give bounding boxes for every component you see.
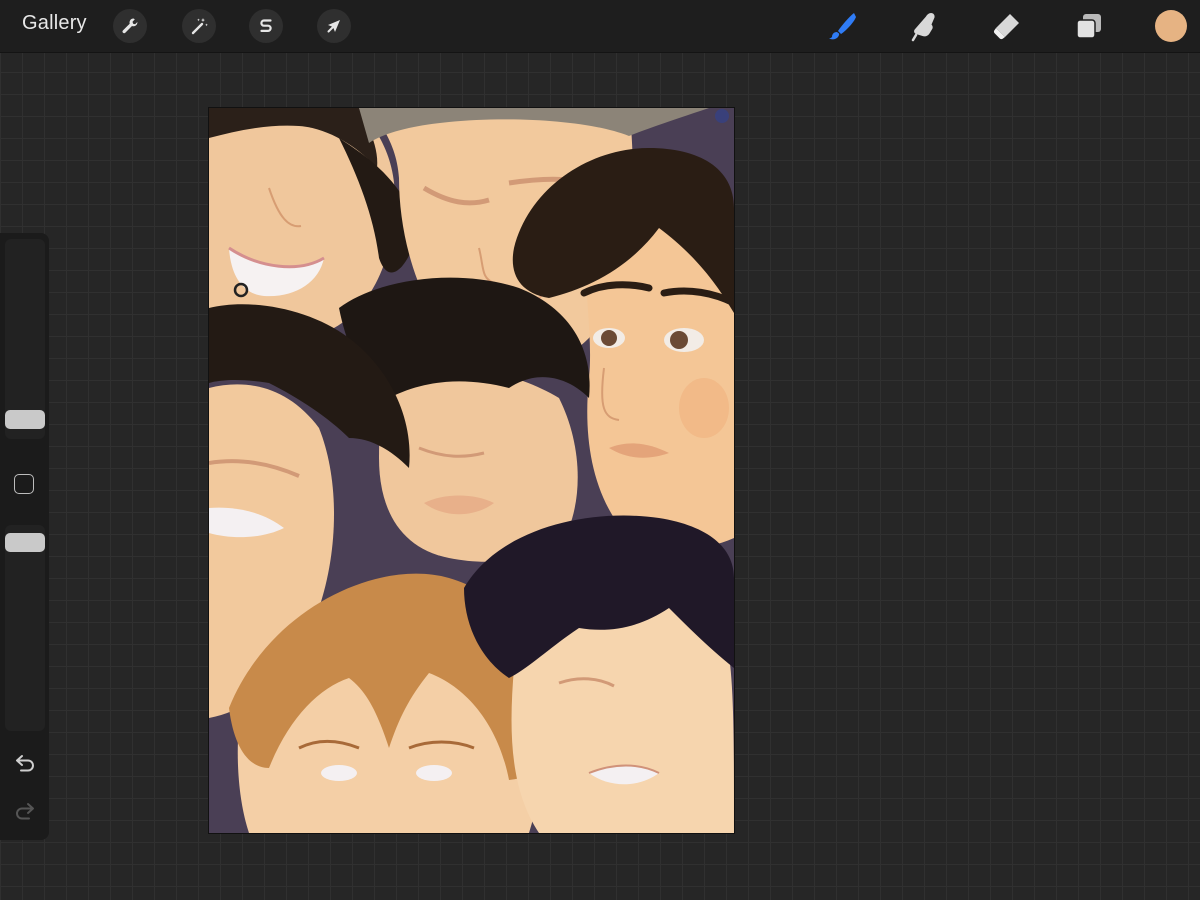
redo-button[interactable] [10,795,40,825]
brush-size-slider[interactable] [5,239,45,439]
undo-icon [16,755,34,772]
left-sidebar [0,233,49,840]
opacity-thumb[interactable] [5,533,45,552]
smudge-finger-icon [911,13,935,42]
drawing-canvas[interactable] [209,108,734,833]
eraser-icon [993,14,1019,40]
selection-s-icon [260,19,272,32]
redo-icon [16,803,34,820]
brush-size-thumb[interactable] [5,410,45,429]
modify-button[interactable] [14,474,34,494]
wrench-icon [122,18,138,34]
selection-button[interactable] [249,9,283,43]
top-toolbar: Gallery [0,0,1200,53]
layers-button[interactable] [1072,9,1106,43]
arrow-cursor-icon [327,20,340,33]
layers-icon [1076,14,1101,39]
opacity-slider[interactable] [5,525,45,731]
undo-button[interactable] [10,747,40,777]
brush-tool-button[interactable] [826,9,860,43]
transform-button[interactable] [317,9,351,43]
smudge-tool-button[interactable] [908,9,942,43]
magic-wand-icon [191,18,208,35]
eraser-tool-button[interactable] [990,9,1024,43]
gallery-button[interactable]: Gallery [22,12,87,35]
actions-button[interactable] [113,9,147,43]
adjustments-button[interactable] [182,9,216,43]
artwork-illustration [209,108,734,833]
color-picker-button[interactable] [1155,10,1187,42]
brush-icon [829,13,856,40]
